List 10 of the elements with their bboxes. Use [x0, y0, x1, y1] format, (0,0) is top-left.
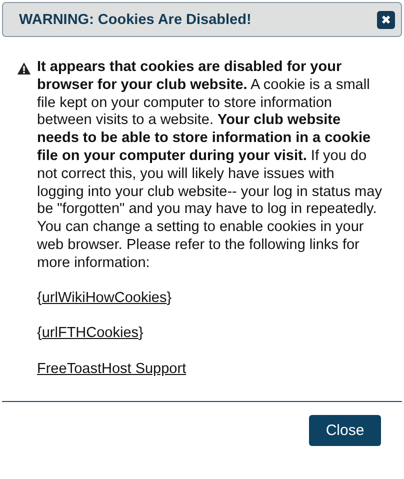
link[interactable]: urlWikiHowCookies	[42, 290, 167, 306]
link[interactable]: urlFTHCookies	[42, 325, 139, 342]
link[interactable]: FreeToastHost Support	[37, 361, 186, 378]
link-line: {urlWikiHowCookies}	[37, 290, 173, 308]
link-line: {urlFTHCookies}	[37, 325, 144, 344]
close-button[interactable]: ✖	[377, 10, 395, 28]
dialog-title: WARNING: Cookies Are Disabled!	[19, 12, 252, 28]
close-button[interactable]: Close	[309, 414, 381, 446]
warning-icon	[17, 62, 31, 75]
warning-message: It appears that cookies are disabled for your browser for your club website. A cookie is a small file kept on your computer to store information between visits to a website. Your club website needs to be able to store information in a cookie file on your computer during your visit. If you do not correct this, you will likely have issues with logging into your club website-- your log in status may be "forgotten" and you may have to log in repeatedly. You can change a setting to enable cookies in your web browser. Please refer to the following links for more information:	[37, 59, 382, 273]
